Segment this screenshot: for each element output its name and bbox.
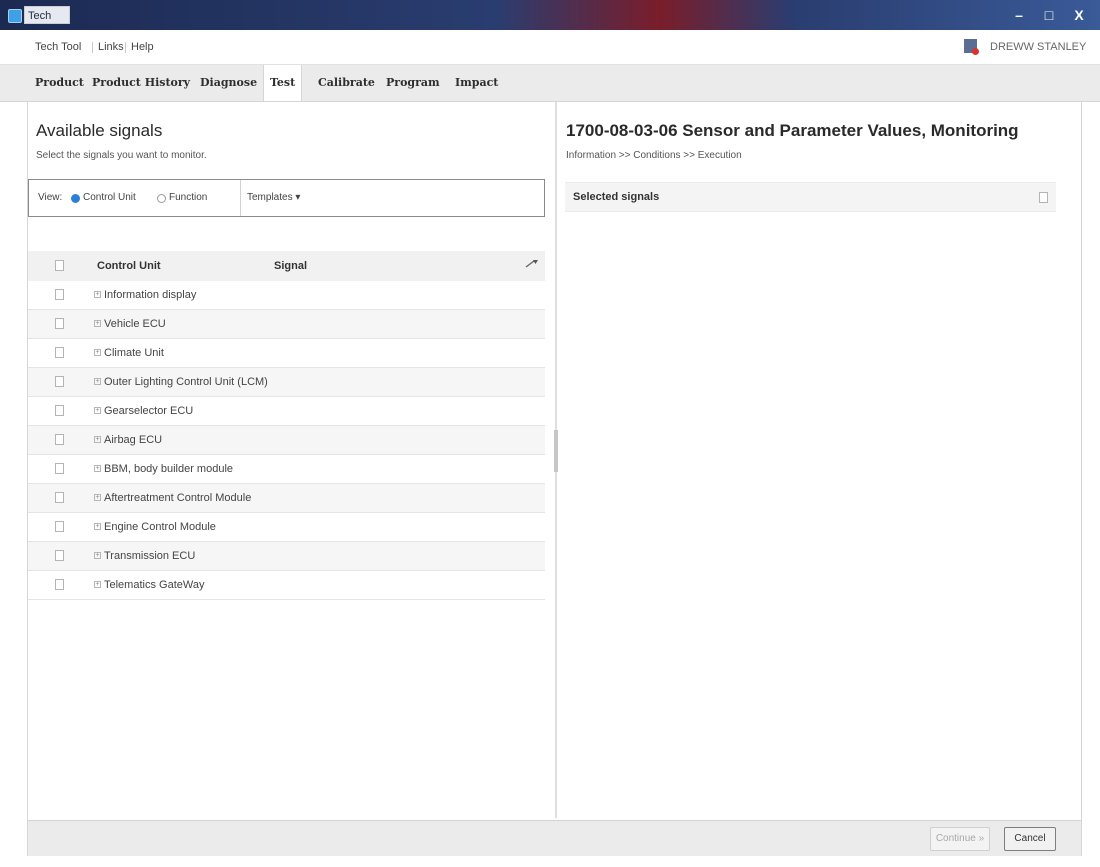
expand-icon[interactable]: + (94, 320, 101, 327)
available-signals-subtitle: Select the signals you want to monitor. (36, 150, 207, 161)
cancel-button[interactable]: Cancel (1004, 827, 1056, 851)
procedure-title: 1700-08-03-06 Sensor and Parameter Value… (566, 121, 1019, 140)
signals-table-header: Control Unit Signal (28, 251, 545, 281)
menu-bar: Tech Tool Links Help DREWW STANLEY (0, 30, 1100, 65)
expand-icon[interactable]: + (94, 349, 101, 356)
view-selector-bar: View: Control Unit Function Templates ▾ (28, 179, 545, 217)
menu-separator (125, 42, 126, 53)
row-checkbox[interactable] (55, 376, 64, 387)
expand-icon[interactable]: + (94, 378, 101, 385)
available-signals-title: Available signals (36, 121, 163, 140)
row-checkbox[interactable] (55, 289, 64, 300)
select-all-checkbox[interactable] (55, 260, 64, 271)
expand-icon[interactable]: + (94, 523, 101, 530)
control-unit-name: Airbag ECU (104, 434, 163, 446)
view-bar-separator (240, 180, 241, 216)
control-unit-name: BBM, body builder module (104, 463, 234, 475)
expand-icon[interactable]: + (94, 494, 101, 501)
window-title: Tech Tool (24, 6, 70, 40)
control-unit-name: Engine Control Module (104, 521, 216, 533)
menu-links[interactable]: Links (98, 41, 124, 53)
column-signal[interactable]: Signal (274, 260, 307, 272)
table-row[interactable]: + Outer Lighting Control Unit (LCM) (28, 368, 545, 397)
selected-signals-checkbox[interactable] (1039, 192, 1048, 203)
control-unit-radio-label[interactable]: Control Unit (83, 192, 136, 203)
control-unit-name: Gearselector ECU (104, 405, 194, 417)
function-radio[interactable] (157, 194, 166, 203)
row-checkbox[interactable] (55, 579, 64, 590)
control-unit-radio[interactable] (71, 194, 80, 203)
control-unit-name: Information display (104, 289, 197, 301)
title-bar: Tech Tool – □ X (0, 0, 1100, 40)
expand-icon[interactable]: + (94, 465, 101, 472)
tab-diagnose[interactable]: Diagnose (194, 65, 263, 101)
sort-icon[interactable] (525, 258, 539, 270)
row-checkbox[interactable] (55, 521, 64, 532)
table-row[interactable]: + Transmission ECU (28, 542, 545, 571)
table-row[interactable]: + Gearselector ECU (28, 397, 545, 426)
user-name[interactable]: DREWW STANLEY (990, 41, 1086, 53)
table-row[interactable]: + Engine Control Module (28, 513, 545, 542)
tab-program[interactable]: Program (380, 65, 446, 101)
close-button[interactable]: X (1064, 4, 1094, 26)
table-row[interactable]: + BBM, body builder module (28, 455, 545, 484)
footer-bar: Continue » Cancel (28, 820, 1081, 856)
expand-icon[interactable]: + (94, 436, 101, 443)
row-checkbox[interactable] (55, 347, 64, 358)
row-checkbox[interactable] (55, 463, 64, 474)
expand-icon[interactable]: + (94, 407, 101, 414)
maximize-button[interactable]: □ (1034, 4, 1064, 26)
column-control-unit[interactable]: Control Unit (97, 260, 161, 272)
table-row[interactable]: + Airbag ECU (28, 426, 545, 455)
tab-product[interactable]: Product (29, 65, 90, 101)
control-unit-name: Aftertreatment Control Module (104, 492, 252, 504)
user-logout-icon[interactable] (964, 39, 979, 55)
table-row[interactable]: + Aftertreatment Control Module (28, 484, 545, 513)
main-tab-bar: Product Product History Diagnose Test Ca… (0, 65, 1100, 102)
tab-test[interactable]: Test (263, 65, 303, 102)
function-radio-label[interactable]: Function (169, 192, 207, 203)
table-row[interactable]: + Telematics GateWay (28, 571, 545, 600)
tab-impact[interactable]: Impact (449, 65, 504, 101)
expand-icon[interactable]: + (94, 291, 101, 298)
selected-signals-label: Selected signals (573, 191, 660, 203)
tab-calibrate[interactable]: Calibrate (312, 65, 381, 101)
control-unit-name: Climate Unit (104, 347, 164, 359)
templates-dropdown[interactable]: Templates ▾ (247, 192, 300, 203)
expand-icon[interactable]: + (94, 552, 101, 559)
row-checkbox[interactable] (55, 434, 64, 445)
menu-tech-tool[interactable]: Tech Tool (35, 41, 81, 53)
window-controls: – □ X (1004, 4, 1094, 26)
tab-product-history[interactable]: Product History (86, 65, 196, 101)
row-checkbox[interactable] (55, 318, 64, 329)
tech-tool-app-icon (8, 9, 22, 23)
row-checkbox[interactable] (55, 492, 64, 503)
view-label: View: (38, 192, 63, 203)
control-unit-name: Transmission ECU (104, 550, 196, 562)
continue-button[interactable]: Continue » (930, 827, 990, 851)
table-row[interactable]: + Climate Unit (28, 339, 545, 368)
selected-signals-header: Selected signals (565, 182, 1056, 212)
minimize-button[interactable]: – (1004, 4, 1034, 26)
table-row[interactable]: + Information display (28, 281, 545, 310)
row-checkbox[interactable] (55, 550, 64, 561)
row-checkbox[interactable] (55, 405, 64, 416)
menu-separator (92, 42, 93, 53)
breadcrumb: Information >> Conditions >> Execution (566, 150, 742, 161)
table-row[interactable]: + Vehicle ECU (28, 310, 545, 339)
control-unit-name: Vehicle ECU (104, 318, 166, 330)
menu-help[interactable]: Help (131, 41, 154, 53)
control-unit-name: Telematics GateWay (104, 579, 205, 591)
expand-icon[interactable]: + (94, 581, 101, 588)
control-unit-name: Outer Lighting Control Unit (LCM) (104, 376, 268, 388)
